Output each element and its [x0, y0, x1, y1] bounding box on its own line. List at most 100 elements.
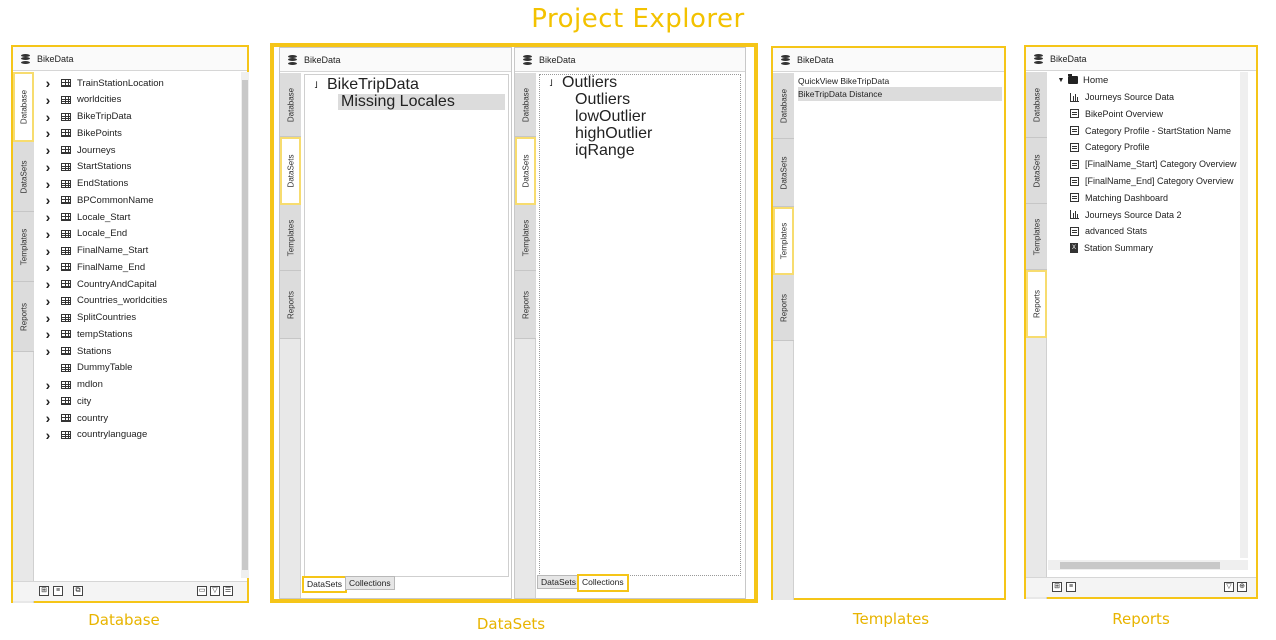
- sort-icon[interactable]: ☰: [223, 586, 233, 596]
- tab-reports[interactable]: Reports: [773, 275, 794, 341]
- tab-database[interactable]: Database: [515, 73, 536, 137]
- tree-item[interactable]: highOutlier: [575, 125, 652, 142]
- report-item[interactable]: [FinalName_Start] Category Overview: [1070, 156, 1237, 172]
- chevron-right-icon[interactable]: ›: [43, 176, 53, 192]
- table-row[interactable]: › StartStations: [43, 159, 132, 175]
- copy-icon[interactable]: ⧉: [73, 586, 83, 596]
- chevron-right-icon[interactable]: ›: [43, 109, 53, 125]
- table-row[interactable]: DummyTable: [43, 360, 132, 376]
- table-row[interactable]: › FinalName_End: [43, 259, 145, 275]
- table-row[interactable]: › TrainStationLocation: [43, 75, 164, 91]
- tab-templates[interactable]: Templates: [13, 212, 34, 282]
- hierarchy-icon[interactable]: ⊞: [39, 586, 49, 596]
- tab-templates[interactable]: Templates: [515, 205, 536, 271]
- tab-reports[interactable]: Reports: [13, 282, 34, 352]
- tab-templates[interactable]: Templates: [773, 207, 794, 275]
- table-row[interactable]: › BPCommonName: [43, 192, 154, 208]
- chevron-right-icon[interactable]: ›: [43, 209, 53, 225]
- table-row[interactable]: › tempStations: [43, 326, 133, 342]
- table-row[interactable]: › countrylanguage: [43, 427, 148, 443]
- scrollbar-thumb[interactable]: [1060, 562, 1220, 569]
- chevron-right-icon[interactable]: ›: [43, 393, 53, 409]
- tab-database[interactable]: Database: [1026, 72, 1047, 138]
- tree-root[interactable]: ˩ Outliers: [546, 74, 617, 91]
- tab-collections-bottom[interactable]: Collections: [345, 576, 395, 590]
- chevron-right-icon[interactable]: ›: [43, 226, 53, 242]
- table-row[interactable]: › Countries_worldcities: [43, 293, 168, 309]
- report-item[interactable]: BikePoint Overview: [1070, 106, 1163, 122]
- hierarchy-icon[interactable]: ⊞: [1052, 582, 1062, 592]
- table-row[interactable]: › EndStations: [43, 176, 129, 192]
- report-item[interactable]: Matching Dashboard: [1070, 190, 1168, 206]
- vertical-scrollbar[interactable]: [1240, 72, 1248, 558]
- table-row[interactable]: › FinalName_Start: [43, 243, 149, 259]
- tab-database[interactable]: Database: [13, 72, 34, 142]
- tree-item[interactable]: Outliers: [575, 91, 630, 108]
- table-row[interactable]: › CountryAndCapital: [43, 276, 157, 292]
- tree-item[interactable]: iqRange: [575, 142, 635, 159]
- table-row[interactable]: › country: [43, 410, 109, 426]
- report-item[interactable]: [FinalName_End] Category Overview: [1070, 173, 1234, 189]
- tab-templates[interactable]: Templates: [280, 205, 301, 271]
- chevron-right-icon[interactable]: ›: [43, 326, 53, 342]
- report-item[interactable]: X Station Summary: [1070, 240, 1153, 256]
- table-row[interactable]: › BikePoints: [43, 125, 122, 141]
- add-icon[interactable]: ⊕: [1237, 582, 1247, 592]
- table-row[interactable]: › BikeTripData: [43, 109, 132, 125]
- tab-reports[interactable]: Reports: [1026, 270, 1047, 338]
- folder-home[interactable]: ▼ Home: [1056, 72, 1108, 88]
- tab-datasets[interactable]: DataSets: [515, 137, 536, 205]
- chevron-right-icon[interactable]: ›: [43, 159, 53, 175]
- window-icon[interactable]: ▭: [197, 586, 207, 596]
- chevron-right-icon[interactable]: ›: [43, 427, 53, 443]
- table-row[interactable]: › SplitCountries: [43, 310, 136, 326]
- report-item[interactable]: advanced Stats: [1070, 223, 1147, 239]
- tab-collections-bottom[interactable]: Collections: [577, 574, 629, 592]
- list-icon[interactable]: ≡: [53, 586, 63, 596]
- chevron-right-icon[interactable]: ›: [43, 276, 53, 292]
- tab-datasets[interactable]: DataSets: [1026, 138, 1047, 204]
- filter-icon[interactable]: ▽: [210, 586, 220, 596]
- report-item[interactable]: Category Profile - StartStation Name: [1070, 123, 1231, 139]
- tab-reports[interactable]: Reports: [280, 271, 301, 339]
- report-item[interactable]: Journeys Source Data: [1070, 89, 1174, 105]
- tab-database[interactable]: Database: [773, 73, 794, 139]
- table-row[interactable]: › Journeys: [43, 142, 116, 158]
- chevron-right-icon[interactable]: ›: [43, 410, 53, 426]
- report-item[interactable]: Journeys Source Data 2: [1070, 207, 1182, 223]
- tab-datasets[interactable]: DataSets: [280, 137, 301, 205]
- scrollbar-thumb[interactable]: [242, 80, 248, 570]
- report-item[interactable]: Category Profile: [1070, 139, 1150, 155]
- tab-database[interactable]: Database: [280, 73, 301, 137]
- table-row[interactable]: › worldcities: [43, 92, 122, 108]
- chevron-right-icon[interactable]: ›: [43, 259, 53, 275]
- list-icon[interactable]: ≡: [1066, 582, 1076, 592]
- chevron-right-icon[interactable]: ›: [43, 192, 53, 208]
- tree-item[interactable]: lowOutlier: [575, 108, 646, 125]
- chevron-right-icon[interactable]: ›: [43, 293, 53, 309]
- filter-icon[interactable]: ▽: [1224, 582, 1234, 592]
- chevron-right-icon[interactable]: ›: [43, 310, 53, 326]
- tree-item[interactable]: Missing Locales: [338, 93, 505, 110]
- chevron-right-icon[interactable]: ›: [43, 75, 53, 91]
- tab-datasets[interactable]: DataSets: [13, 142, 34, 212]
- collapse-icon[interactable]: ˩: [546, 78, 556, 88]
- tab-templates[interactable]: Templates: [1026, 204, 1047, 270]
- table-row[interactable]: › Locale_Start: [43, 209, 131, 225]
- table-row[interactable]: › Stations: [43, 343, 112, 359]
- caret-down-icon[interactable]: ▼: [1056, 77, 1066, 84]
- tab-datasets[interactable]: DataSets: [773, 139, 794, 207]
- chevron-right-icon[interactable]: ›: [43, 377, 53, 393]
- tab-datasets-bottom[interactable]: DataSets: [537, 575, 580, 589]
- tab-reports[interactable]: Reports: [515, 271, 536, 339]
- chevron-right-icon[interactable]: ›: [43, 243, 53, 259]
- template-item[interactable]: BikeTripData Distance: [798, 87, 1002, 101]
- table-row[interactable]: › city: [43, 393, 92, 409]
- horizontal-scrollbar[interactable]: [1048, 560, 1248, 570]
- chevron-right-icon[interactable]: ›: [43, 142, 53, 158]
- vertical-scrollbar[interactable]: [241, 72, 249, 578]
- chevron-right-icon[interactable]: ›: [43, 125, 53, 141]
- tree-root[interactable]: ˩ BikeTripData: [311, 76, 419, 93]
- chevron-right-icon[interactable]: ›: [43, 92, 53, 108]
- collapse-icon[interactable]: ˩: [311, 80, 321, 90]
